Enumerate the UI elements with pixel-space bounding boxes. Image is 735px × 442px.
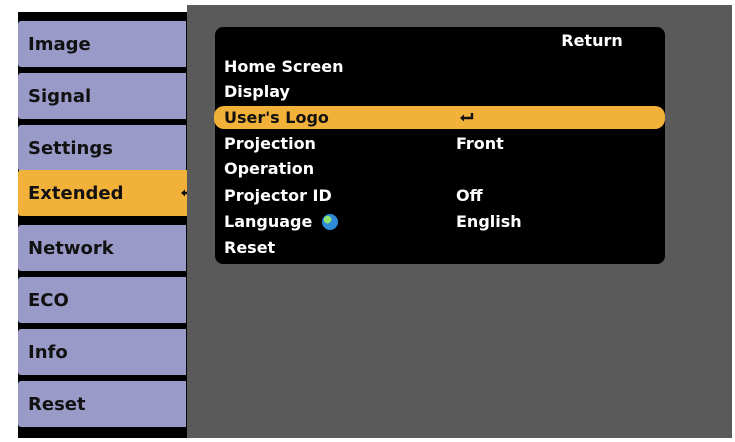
menu-item-label: Display [224, 82, 290, 101]
tab-divider [188, 63, 204, 113]
menu-item-language[interactable]: Language English [214, 210, 665, 233]
menu-item-label: Projection [224, 134, 316, 153]
tab-divider [188, 277, 204, 327]
menu-item-label: Home Screen [224, 57, 344, 76]
tab-divider [188, 329, 204, 379]
menu-item-operation[interactable]: Operation [214, 157, 665, 180]
globe-icon [322, 213, 339, 230]
menu-item-display[interactable]: Display [214, 80, 665, 103]
menu-item-projector-id[interactable]: Projector ID Off [214, 184, 665, 207]
menu-item-reset[interactable]: Reset [214, 236, 665, 259]
tab-signal[interactable]: Signal [18, 73, 186, 119]
tab-eco[interactable]: ECO [18, 277, 186, 323]
menu-item-label: User's Logo [224, 108, 329, 127]
menu-item-label: Reset [224, 238, 276, 257]
tab-label: Settings [28, 137, 113, 159]
menu-item-home-screen[interactable]: Home Screen [214, 55, 665, 78]
menu-item-projection[interactable]: Projection Front [214, 132, 665, 155]
tab-settings[interactable]: Settings [18, 125, 186, 171]
menu-item-label: Language [224, 212, 313, 231]
tab-label: Signal [28, 85, 92, 107]
tab-label: ECO [28, 289, 69, 311]
enter-icon [456, 111, 476, 125]
tab-divider [188, 10, 204, 60]
tab-label: Image [28, 33, 91, 55]
tab-divider [188, 225, 204, 275]
tab-reset[interactable]: Reset [18, 381, 186, 427]
menu-item-label: Projector ID [224, 186, 332, 205]
menu-item-value: Front [456, 134, 504, 153]
tab-label: Extended [28, 182, 124, 204]
tab-label: Info [28, 341, 68, 363]
tab-divider [188, 381, 204, 431]
tab-extended[interactable]: Extended [18, 170, 204, 216]
menu-item-users-logo[interactable]: User's Logo [214, 106, 665, 129]
menu-item-name: Language [224, 212, 456, 231]
tab-label: Reset [28, 393, 86, 415]
return-button[interactable]: Return [519, 27, 665, 53]
tab-info[interactable]: Info [18, 329, 186, 375]
tab-network[interactable]: Network [18, 225, 186, 271]
tab-column: Image Signal Settings Extended Network E… [18, 12, 204, 438]
menu-item-value: English [456, 212, 522, 231]
menu-item-label: Operation [224, 159, 315, 178]
menu-item-value: Off [456, 186, 483, 205]
tab-divider [188, 115, 204, 165]
tab-image[interactable]: Image [18, 21, 186, 67]
tab-label: Network [28, 237, 114, 259]
